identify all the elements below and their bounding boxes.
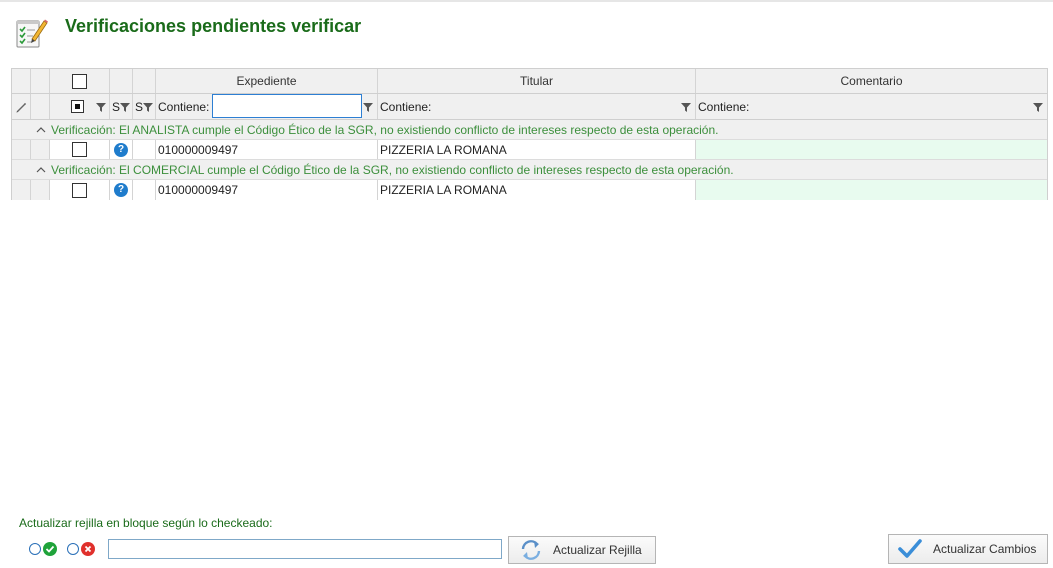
filter-edit-cell: [12, 94, 31, 119]
help-icon[interactable]: ?: [114, 183, 128, 197]
filter-comentario-cell[interactable]: Contiene:: [696, 94, 1047, 119]
filter-funnel-icon[interactable]: [681, 102, 691, 112]
group-row[interactable]: Verificación: El ANALISTA cumple el Códi…: [12, 120, 1047, 140]
refresh-grid-label: Actualizar Rejilla: [553, 543, 642, 557]
header-group-cell: [31, 69, 50, 93]
s1-filter-label: S: [111, 99, 120, 114]
header-select-all-cell: [50, 69, 110, 93]
row-comentario[interactable]: [696, 180, 1047, 200]
refresh-grid-button[interactable]: Actualizar Rejilla: [508, 536, 656, 564]
row-s2-cell: [133, 140, 156, 159]
row-select-cell: [50, 140, 110, 159]
row-titular[interactable]: PIZZERIA LA ROMANA: [378, 180, 696, 200]
grid-header-row: Expediente Titular Comentario: [12, 69, 1047, 94]
row-s1-cell: ?: [110, 140, 133, 159]
pencil-icon: [16, 102, 26, 112]
expediente-filter-label: Contiene:: [158, 99, 210, 114]
chevron-up-icon[interactable]: [36, 165, 46, 175]
save-changes-button[interactable]: Actualizar Cambios: [888, 534, 1048, 564]
radio-approve-group[interactable]: [29, 542, 57, 556]
filter-funnel-icon[interactable]: [120, 102, 130, 112]
filter-funnel-icon[interactable]: [363, 102, 373, 112]
row-expediente[interactable]: 010000009497: [156, 180, 378, 200]
page-header: [14, 14, 48, 50]
row-titular[interactable]: PIZZERIA LA ROMANA: [378, 140, 696, 159]
grid-filter-row: S S Contiene: Contiene: Contiene:: [12, 94, 1047, 120]
filter-funnel-icon[interactable]: [1033, 102, 1043, 112]
row-comentario[interactable]: [696, 140, 1047, 159]
verification-grid: Expediente Titular Comentario S S Contie…: [11, 68, 1048, 200]
filter-expediente-cell: Contiene:: [156, 94, 378, 119]
check-circle-icon: [43, 542, 57, 556]
column-header-comentario[interactable]: Comentario: [696, 69, 1047, 93]
page-title: Verificaciones pendientes verificar: [65, 16, 362, 36]
select-all-checkbox[interactable]: [72, 73, 87, 89]
row-edit-cell: [12, 180, 31, 200]
table-row[interactable]: ? 010000009497 PIZZERIA LA ROMANA: [12, 140, 1047, 160]
table-row[interactable]: ? 010000009497 PIZZERIA LA ROMANA: [12, 180, 1047, 200]
row-group-cell: [31, 180, 50, 200]
row-checkbox[interactable]: [72, 142, 87, 157]
row-checkbox[interactable]: [72, 182, 87, 198]
row-edit-cell: [12, 140, 31, 159]
row-expediente[interactable]: 010000009497: [156, 140, 378, 159]
filter-funnel-icon[interactable]: [143, 102, 153, 112]
x-circle-icon: [81, 542, 95, 556]
s2-filter-label: S: [134, 99, 143, 114]
top-border: [0, 0, 1053, 2]
bulk-update-label: Actualizar rejilla en bloque según lo ch…: [19, 516, 273, 530]
comentario-filter-label: Contiene:: [698, 99, 750, 114]
help-icon[interactable]: ?: [114, 142, 128, 157]
bulk-comment-input[interactable]: [108, 539, 502, 559]
header-s1-cell: [110, 69, 133, 93]
header-s2-cell: [133, 69, 156, 93]
checkmark-icon: [898, 539, 922, 558]
filter-s1-cell: S: [110, 94, 133, 119]
filter-s2-cell: S: [133, 94, 156, 119]
refresh-icon: [521, 540, 541, 560]
group-label: Verificación: El COMERCIAL cumple el Cód…: [51, 163, 734, 177]
filter-titular-cell[interactable]: Contiene:: [378, 94, 696, 119]
filter-select-cell: [50, 94, 110, 119]
filter-group-cell: [31, 94, 50, 119]
save-changes-label: Actualizar Cambios: [933, 542, 1037, 556]
titular-filter-label: Contiene:: [380, 99, 432, 114]
row-group-cell: [31, 140, 50, 159]
group-label: Verificación: El ANALISTA cumple el Códi…: [51, 123, 719, 137]
notepad-pencil-icon: [16, 19, 48, 48]
column-header-titular[interactable]: Titular: [378, 69, 696, 93]
header-edit-cell: [12, 69, 31, 93]
chevron-up-icon[interactable]: [36, 125, 46, 135]
select-filter-checkbox[interactable]: [71, 100, 84, 113]
row-s2-cell: [133, 180, 156, 200]
column-header-expediente[interactable]: Expediente: [156, 69, 378, 93]
row-select-cell: [50, 180, 110, 200]
filter-funnel-icon[interactable]: [96, 102, 106, 112]
row-s1-cell: ?: [110, 180, 133, 200]
group-row[interactable]: Verificación: El COMERCIAL cumple el Cód…: [12, 160, 1047, 180]
expediente-filter-input[interactable]: [212, 94, 362, 118]
radio-reject-group[interactable]: [67, 542, 95, 556]
approve-radio[interactable]: [29, 543, 41, 555]
reject-radio[interactable]: [67, 543, 79, 555]
